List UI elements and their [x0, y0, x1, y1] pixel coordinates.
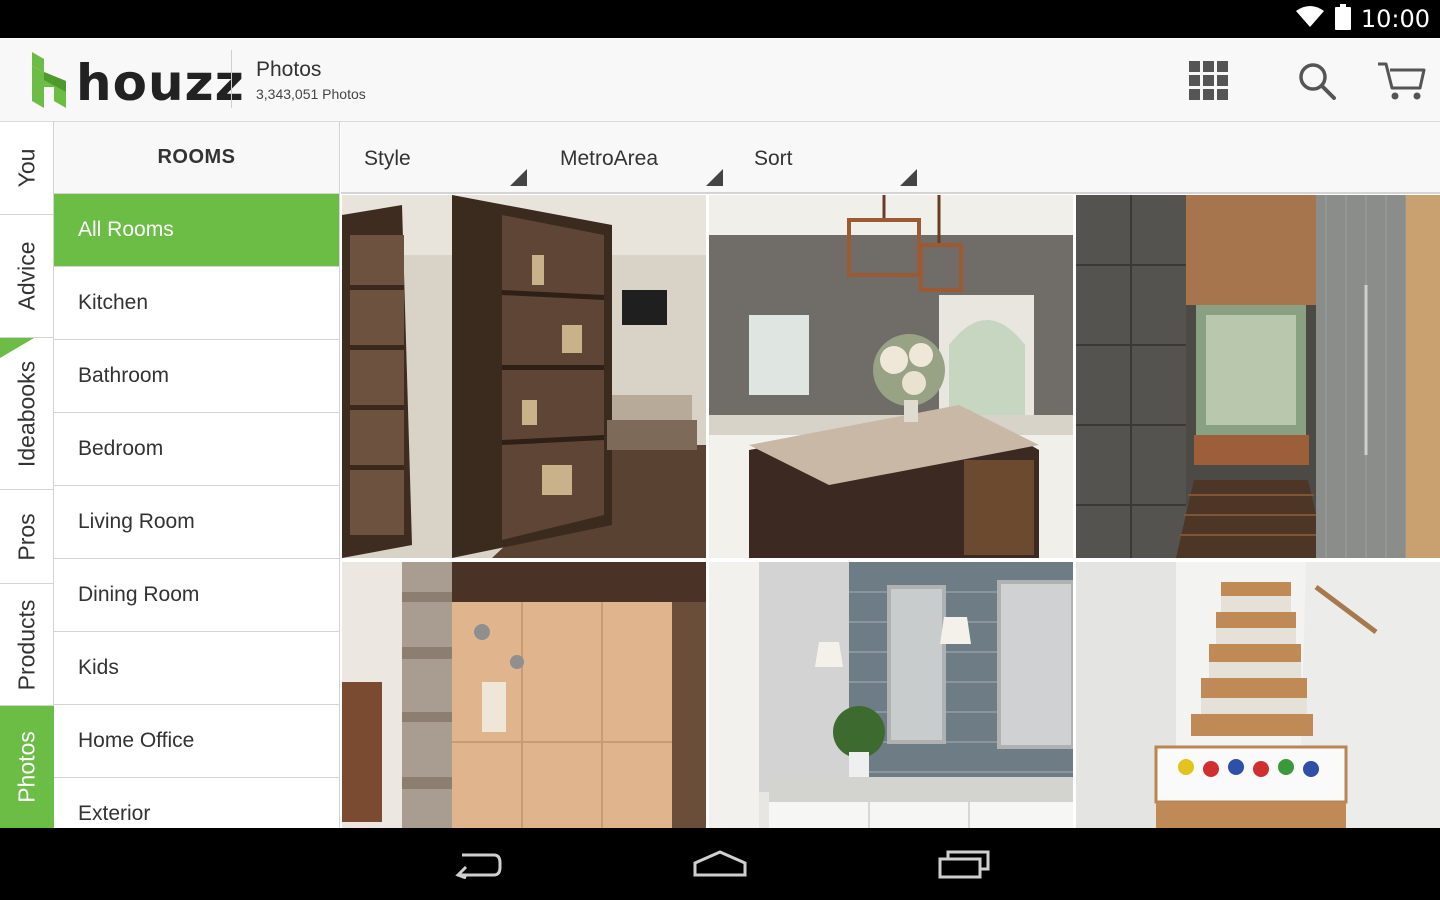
photo-image: [342, 195, 706, 558]
room-item-bedroom[interactable]: Bedroom: [54, 413, 339, 486]
clock: 10:00: [1360, 5, 1430, 33]
system-nav-bar: [0, 828, 1440, 900]
search-icon[interactable]: [1292, 56, 1342, 106]
tab-label: Ideabooks: [13, 360, 40, 467]
logo-text: houzz: [76, 53, 245, 112]
battery-icon: [1334, 3, 1351, 35]
tab-label: Products: [13, 599, 40, 690]
new-flag-icon: [0, 338, 34, 358]
dropdown-caret-icon: [900, 169, 917, 186]
filter-label: MetroArea: [560, 147, 659, 170]
tab-label: Photos: [13, 731, 40, 803]
photo-image: [709, 562, 1073, 828]
photo-image: [342, 562, 706, 828]
filter-bar: Style MetroArea Sort: [341, 122, 1440, 194]
status-bar: 10:00: [0, 0, 1440, 38]
tab-label: Pros: [13, 512, 40, 561]
photo-tile[interactable]: [709, 562, 1073, 828]
houzz-logo-icon: [32, 52, 66, 113]
room-item-living-room[interactable]: Living Room: [54, 486, 339, 559]
metroarea-filter[interactable]: MetroArea: [537, 122, 727, 192]
room-item-home-office[interactable]: Home Office: [54, 705, 339, 778]
room-item-all-rooms[interactable]: All Rooms: [54, 194, 339, 267]
app-header: houzz Photos 3,343,051 Photos: [0, 38, 1440, 122]
filter-label: Sort: [754, 147, 793, 170]
photo-count: 3,343,051 Photos: [256, 86, 366, 102]
tab-photos[interactable]: Photos: [0, 706, 54, 828]
photo-tile[interactable]: [709, 195, 1073, 558]
rooms-header: ROOMS: [54, 122, 339, 194]
room-item-kitchen[interactable]: Kitchen: [54, 267, 339, 340]
header-divider: [231, 50, 232, 108]
cart-icon[interactable]: [1376, 56, 1426, 106]
tab-advice[interactable]: Advice: [0, 215, 54, 338]
back-icon[interactable]: [441, 842, 511, 886]
filter-label: Style: [364, 147, 411, 170]
sort-filter[interactable]: Sort: [731, 122, 921, 192]
tab-label: You: [13, 148, 40, 188]
dropdown-caret-icon: [706, 169, 723, 186]
tab-products[interactable]: Products: [0, 584, 54, 706]
photo-tile[interactable]: [1076, 562, 1440, 828]
photo-tile[interactable]: [342, 195, 706, 558]
photo-image: [709, 195, 1073, 558]
tab-ideabooks[interactable]: Ideabooks: [0, 338, 54, 490]
style-filter[interactable]: Style: [341, 122, 531, 192]
photo-image: [1076, 195, 1440, 558]
side-tabs: You Advice Ideabooks Pros Products Photo…: [0, 122, 54, 828]
grid-icon[interactable]: [1184, 56, 1234, 106]
photo-tile[interactable]: [1076, 195, 1440, 558]
room-item-dining-room[interactable]: Dining Room: [54, 559, 339, 632]
tab-pros[interactable]: Pros: [0, 490, 54, 584]
dropdown-caret-icon: [510, 169, 527, 186]
page-title: Photos: [256, 58, 322, 81]
photo-tile[interactable]: [342, 562, 706, 828]
tab-you[interactable]: You: [0, 122, 54, 215]
room-item-kids[interactable]: Kids: [54, 632, 339, 705]
tab-label: Advice: [13, 241, 40, 311]
room-item-bathroom[interactable]: Bathroom: [54, 340, 339, 413]
wifi-icon: [1295, 5, 1325, 34]
houzz-logo[interactable]: houzz: [32, 52, 245, 113]
recents-icon[interactable]: [929, 842, 999, 886]
room-item-exterior[interactable]: Exterior: [54, 778, 339, 828]
photo-grid: [341, 194, 1440, 828]
rooms-panel: ROOMS All Rooms Kitchen Bathroom Bedroom…: [54, 122, 340, 828]
home-icon[interactable]: [685, 842, 755, 886]
photo-image: [1076, 562, 1440, 828]
